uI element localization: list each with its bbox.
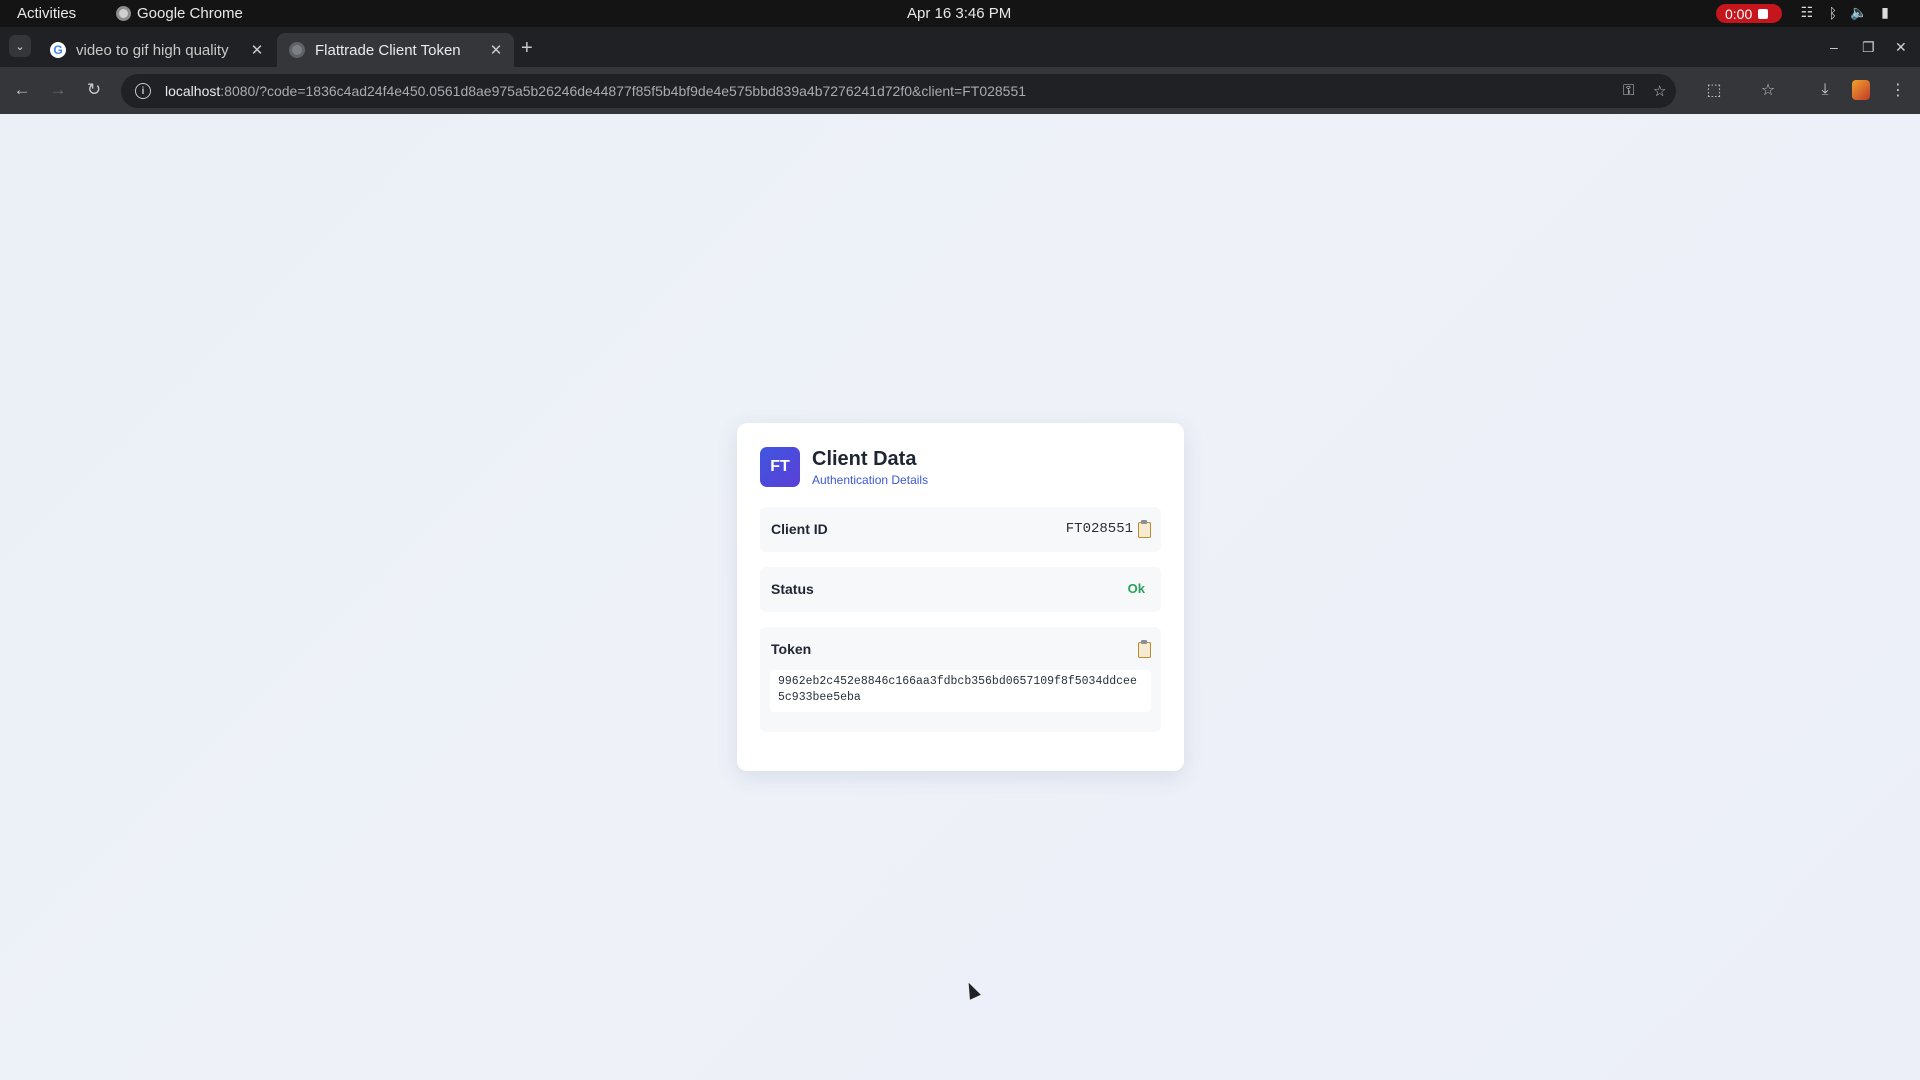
chrome-icon [116, 6, 131, 21]
system-tray[interactable]: ☷ ᛒ 🔈 ▮ [1800, 4, 1892, 21]
ft-logo-badge: FT [760, 447, 800, 487]
password-key-icon[interactable]: ⚿ [1623, 82, 1634, 99]
browser-toolbar: ← → ↻ i localhost:8080/?code=1836c4ad24f… [0, 67, 1920, 114]
client-id-row: Client ID FT028551 [760, 507, 1161, 552]
network-icon: ☷ [1800, 4, 1814, 20]
new-tab-button[interactable]: + [521, 38, 533, 58]
forward-button[interactable]: → [46, 78, 70, 102]
copy-clipboard-icon[interactable] [1138, 520, 1151, 538]
status-badge: Ok [1127, 581, 1145, 596]
bookmark-star-icon[interactable]: ☆ [1653, 82, 1666, 100]
system-top-bar: Activities Google Chrome Apr 16 3:46 PM … [0, 0, 1920, 27]
address-bar[interactable]: i localhost:8080/?code=1836c4ad24f4e450.… [121, 74, 1676, 108]
google-favicon-icon: G [50, 42, 66, 58]
battery-icon: ▮ [1881, 4, 1889, 20]
tab-title: Flattrade Client Token [315, 41, 461, 59]
screen-recording-indicator[interactable]: 0:00 [1716, 4, 1782, 23]
card-subtitle: Authentication Details [812, 472, 929, 487]
close-window-icon[interactable]: ✕ [1895, 39, 1907, 56]
status-label: Status [771, 581, 814, 597]
client-id-label: Client ID [771, 521, 828, 537]
globe-favicon-icon [289, 42, 305, 58]
reload-button[interactable]: ↻ [82, 78, 106, 102]
restore-icon[interactable]: ❐ [1862, 39, 1875, 56]
card-title: Client Data [812, 447, 917, 470]
close-tab-icon[interactable]: ✕ [488, 41, 504, 59]
app-name: Google Chrome [137, 5, 243, 22]
recording-time: 0:00 [1725, 5, 1753, 22]
stop-icon [1758, 8, 1769, 19]
profile-avatar[interactable] [1852, 80, 1870, 100]
token-value[interactable]: 9962eb2c452e8846c166aa3fdbcb356bd0657109… [770, 670, 1151, 712]
clock[interactable]: Apr 16 3:46 PM [907, 5, 1011, 22]
token-row: Token 9962eb2c452e8846c166aa3fdbcb356bd0… [760, 627, 1161, 732]
tab-search-button[interactable]: ⌄ [9, 35, 31, 57]
client-data-card: FT Client Data Authentication Details Cl… [737, 423, 1184, 771]
client-id-value: FT028551 [1065, 521, 1133, 537]
downloads-icon[interactable]: ⤓ [1814, 79, 1836, 101]
site-info-icon[interactable]: i [135, 83, 151, 99]
app-menu[interactable]: Google Chrome [116, 5, 243, 22]
volume-icon: 🔈 [1850, 4, 1868, 20]
minimize-icon[interactable]: – [1830, 39, 1838, 55]
bluetooth-icon: ᛒ [1828, 4, 1838, 21]
reading-list-icon[interactable]: ☆ [1757, 79, 1779, 101]
url-text[interactable]: localhost:8080/?code=1836c4ad24f4e450.05… [165, 83, 1026, 99]
tab-video-to-gif[interactable]: G video to gif high quality ✕ [38, 33, 275, 67]
status-row: Status Ok [760, 567, 1161, 612]
tab-strip: ⌄ G video to gif high quality ✕ Flattrad… [0, 27, 1920, 67]
page-viewport: FT Client Data Authentication Details Cl… [0, 114, 1920, 1080]
activities-button[interactable]: Activities [17, 5, 76, 22]
menu-kebab-icon[interactable]: ⋮ [1887, 79, 1909, 101]
tab-title: video to gif high quality [76, 41, 229, 59]
tab-flattrade-client-token[interactable]: Flattrade Client Token ✕ [277, 33, 514, 67]
back-button[interactable]: ← [10, 78, 34, 102]
token-label: Token [771, 641, 812, 657]
card-header: FT Client Data Authentication Details [760, 447, 928, 487]
extensions-icon[interactable]: ⬚ [1703, 79, 1725, 101]
copy-clipboard-icon[interactable] [1138, 640, 1151, 658]
close-tab-icon[interactable]: ✕ [249, 41, 265, 59]
